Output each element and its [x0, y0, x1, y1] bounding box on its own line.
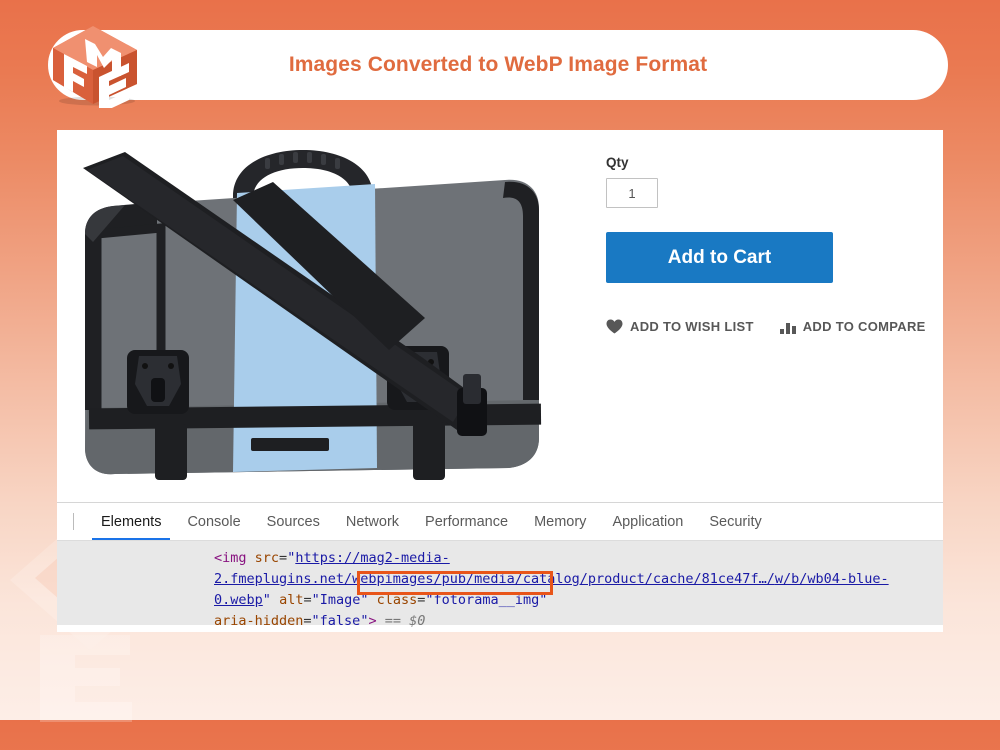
tab-performance[interactable]: Performance — [412, 505, 521, 539]
code-attr-alt: alt — [279, 592, 304, 608]
add-to-compare-label: Add to Compare — [802, 319, 926, 334]
code-attr-class: class — [376, 592, 418, 608]
page-title: Images Converted to WebP Image Format — [288, 53, 708, 76]
code-url-part2[interactable]: oduct/cache/81ce47f…/ — [604, 571, 775, 587]
fme-logo-icon — [53, 26, 137, 108]
devtools-elements-code: <img src="https://mag2-media-2.fmeplugin… — [57, 541, 943, 629]
devtools-tab-bar: Elements Console Sources Network Perform… — [57, 503, 943, 541]
product-card: Qty Add to Cart Add to Wish List — [57, 130, 943, 632]
add-to-wish-list-label: Add to Wish List — [630, 319, 754, 334]
tab-console[interactable]: Console — [174, 505, 253, 539]
add-to-cart-button[interactable]: Add to Cart — [606, 232, 833, 283]
code-eq-2: = — [303, 592, 312, 608]
tab-network[interactable]: Network — [333, 505, 412, 539]
product-info-column: Qty Add to Cart Add to Wish List — [606, 155, 926, 334]
code-val-aria-hidden: "false" — [311, 613, 369, 629]
code-tag-close: > — [368, 613, 377, 629]
devtools-panel: Elements Console Sources Network Perform… — [57, 502, 943, 632]
qty-input[interactable] — [606, 178, 658, 208]
tab-elements[interactable]: Elements — [88, 505, 174, 540]
heart-icon — [606, 319, 623, 334]
add-to-wish-list-link[interactable]: Add to Wish List — [606, 319, 754, 334]
code-attr-aria-hidden: aria-hidden — [214, 613, 304, 629]
tab-sources[interactable]: Sources — [254, 505, 333, 539]
product-image — [65, 138, 570, 500]
code-eq-1: = — [279, 550, 288, 566]
add-to-compare-link[interactable]: Add to Compare — [779, 319, 926, 334]
code-tag-open: <img — [214, 550, 247, 566]
code-attr-src: src — [254, 550, 280, 566]
header-bar: Images Converted to WebP Image Format — [48, 30, 948, 100]
code-val-class: "fotorama__img" — [425, 592, 548, 608]
tab-bar-divider — [73, 513, 74, 530]
qty-label: Qty — [606, 155, 629, 170]
tab-application[interactable]: Application — [599, 505, 696, 539]
tab-memory[interactable]: Memory — [521, 505, 599, 539]
tab-security[interactable]: Security — [696, 505, 774, 539]
code-eq-4: = — [303, 613, 312, 629]
bar-chart-icon — [779, 320, 796, 334]
code-quote-close: " — [262, 592, 271, 608]
code-val-alt: "Image" — [311, 592, 369, 608]
secondary-actions: Add to Wish List Add to Compare — [606, 319, 926, 334]
code-selected-ref: == $0 — [384, 613, 426, 629]
